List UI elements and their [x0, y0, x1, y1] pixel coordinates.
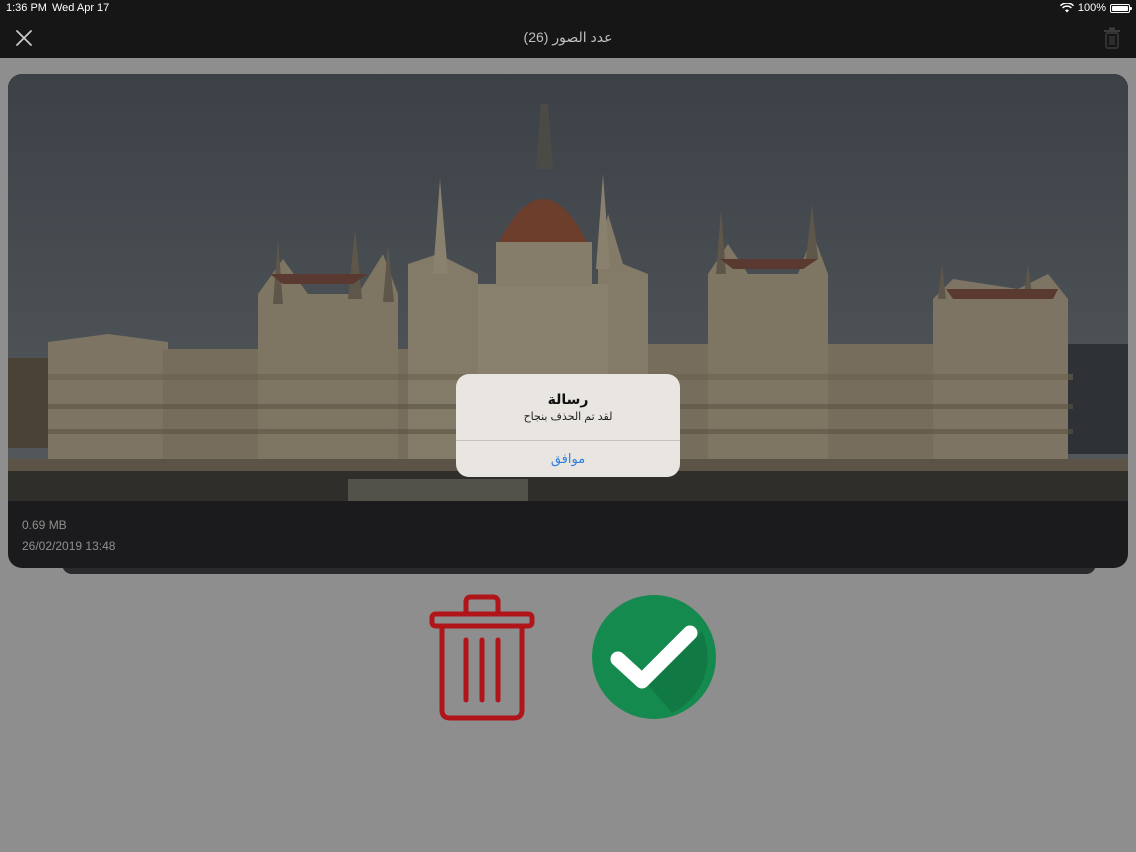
battery-icon	[1110, 3, 1132, 13]
battery-fill	[1112, 5, 1128, 11]
status-time: 1:36 PM	[6, 2, 47, 14]
photo-datetime: 26/02/2019 13:48	[22, 539, 116, 553]
battery-percent: 100%	[1077, 2, 1106, 14]
wifi-icon	[1059, 3, 1074, 13]
page-title: عدد الصور (26)	[523, 29, 613, 45]
alert-title: رسالة	[547, 391, 589, 407]
status-right: 100%	[1059, 2, 1132, 14]
nav-bar: عدد الصور (26)	[0, 18, 1136, 58]
confirm-checkmark-icon[interactable]	[590, 593, 718, 721]
trash-icon[interactable]	[1102, 26, 1122, 50]
alert-ok-button[interactable]: موافق	[456, 441, 680, 477]
status-bar: 1:36 PM Wed Apr 17 100%	[0, 0, 1136, 18]
status-date: Wed Apr 17	[52, 2, 110, 14]
alert-message: لقد تم الحذف بنجاح	[523, 411, 613, 423]
alert-dialog: رسالة لقد تم الحذف بنجاح موافق	[456, 374, 680, 477]
photo-size: 0.69 MB	[22, 518, 67, 532]
photo-card[interactable]: 0.69 MB 26/02/2019 13:48	[8, 74, 1128, 568]
delete-trash-icon[interactable]	[428, 592, 536, 722]
